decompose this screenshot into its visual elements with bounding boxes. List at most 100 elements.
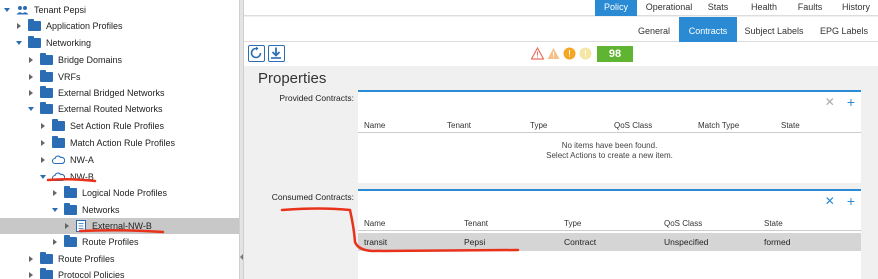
consumed-contracts-table: ✕ + Name Tenant Type QoS Class State tra… (358, 189, 861, 279)
caret-right-icon[interactable] (63, 221, 71, 231)
tree-item[interactable]: External-NW-B (0, 218, 239, 234)
folder-icon (40, 102, 53, 114)
tree-item-label: Match Action Rule Profiles (70, 138, 176, 148)
tree-item-label: Route Profiles (82, 237, 139, 247)
caret-right-icon[interactable] (15, 21, 23, 31)
tree-item-label: External Routed Networks (58, 104, 163, 114)
delete-icon[interactable]: ✕ (825, 96, 835, 108)
caret-down-icon[interactable] (39, 172, 47, 182)
collapse-arrow-icon[interactable] (240, 254, 243, 260)
caret-down-icon[interactable] (51, 205, 59, 215)
folder-icon (64, 186, 77, 198)
tree-item[interactable]: Route Profiles (0, 251, 239, 267)
tab-history[interactable]: History (838, 0, 874, 16)
tree-item[interactable]: Networks (0, 202, 239, 218)
tree-item[interactable]: External Routed Networks (0, 101, 239, 117)
warning-fault-icon[interactable] (579, 47, 592, 60)
health-score-badge[interactable]: 98 (597, 46, 633, 62)
top-tab-bar: Policy Operational Stats Health Faults H… (244, 0, 878, 16)
caret-right-icon[interactable] (51, 188, 59, 198)
refresh-button[interactable] (248, 45, 265, 62)
tab-health[interactable]: Health (744, 0, 784, 16)
column-header[interactable]: Type (530, 121, 547, 130)
caret-right-icon[interactable] (27, 88, 35, 98)
caret-right-icon[interactable] (27, 254, 35, 264)
add-icon[interactable]: + (847, 95, 855, 109)
caret-right-icon[interactable] (51, 237, 59, 247)
folder-icon (52, 136, 65, 148)
tree-item-label: Protocol Policies (58, 270, 125, 279)
tree-item-label: NW-A (70, 155, 94, 165)
tree-item-label: NW-B (70, 172, 94, 182)
column-header[interactable]: State (781, 121, 800, 130)
download-button[interactable] (268, 45, 285, 62)
tree-item-label: Networking (46, 38, 92, 48)
tree-item[interactable]: Logical Node Profiles (0, 185, 239, 201)
caret-right-icon[interactable] (39, 138, 47, 148)
tree-item[interactable]: Networking (0, 35, 239, 51)
cell-tenant: Pepsi (464, 237, 486, 247)
tab-contracts[interactable]: Contracts (679, 17, 737, 42)
cell-type: Contract (564, 237, 597, 247)
caret-right-icon[interactable] (39, 155, 47, 165)
caret-down-icon[interactable] (3, 5, 11, 15)
minor-fault-icon[interactable] (563, 47, 576, 60)
caret-right-icon[interactable] (39, 121, 47, 131)
tab-stats[interactable]: Stats (700, 0, 736, 16)
folder-icon (28, 19, 41, 31)
tab-general[interactable]: General (632, 17, 676, 42)
tree-item[interactable]: NW-A (0, 152, 239, 168)
tab-faults[interactable]: Faults (793, 0, 827, 16)
delete-icon[interactable]: ✕ (825, 195, 835, 207)
tree-item-label: Bridge Domains (58, 55, 123, 65)
tree-item[interactable]: Tenant Pepsi (0, 2, 239, 18)
folder-icon (52, 119, 65, 131)
column-header[interactable]: Tenant (447, 121, 471, 130)
cell-state: formed (764, 237, 791, 247)
empty-message-line: No items have been found. (561, 141, 658, 150)
cloud-icon (52, 172, 65, 182)
refresh-icon (250, 46, 262, 59)
critical-fault-icon[interactable] (531, 47, 544, 60)
tree-item[interactable]: Match Action Rule Profiles (0, 135, 239, 151)
tab-operational[interactable]: Operational (641, 0, 697, 16)
empty-message: No items have been found. Select Actions… (358, 141, 861, 161)
cell-qos: Unspecified (664, 237, 709, 247)
column-header[interactable]: QoS Class (664, 219, 702, 228)
folder-icon (40, 252, 53, 264)
column-header[interactable]: Name (364, 121, 385, 130)
caret-right-icon[interactable] (27, 72, 35, 82)
column-header[interactable]: QoS Class (614, 121, 652, 130)
tree-item[interactable]: Bridge Domains (0, 52, 239, 68)
navigation-tree: Tenant Pepsi Application Profiles Networki… (0, 0, 239, 279)
folder-icon (40, 86, 53, 98)
tree-item-label: External Bridged Networks (58, 88, 165, 98)
tree-item[interactable]: Protocol Policies (0, 267, 239, 279)
caret-down-icon[interactable] (27, 104, 35, 114)
column-header[interactable]: Tenant (464, 219, 488, 228)
tree-item[interactable]: Route Profiles (0, 234, 239, 250)
tab-subject-labels[interactable]: Subject Labels (740, 17, 808, 42)
column-header[interactable]: State (764, 219, 783, 228)
caret-right-icon[interactable] (27, 270, 35, 279)
tree-item[interactable]: VRFs (0, 69, 239, 85)
cloud-icon (52, 155, 65, 165)
caret-right-icon[interactable] (27, 55, 35, 65)
major-fault-icon[interactable] (547, 47, 560, 60)
tree-item-label: External-NW-B (92, 221, 152, 231)
caret-down-icon[interactable] (15, 38, 23, 48)
tree-item-label: Application Profiles (46, 21, 123, 31)
tab-policy[interactable]: Policy (595, 0, 637, 16)
tab-epg-labels[interactable]: EPG Labels (814, 17, 874, 42)
tree-item[interactable]: Set Action Rule Profiles (0, 118, 239, 134)
tree-item[interactable]: Application Profiles (0, 18, 239, 34)
table-row[interactable]: transit Pepsi Contract Unspecified forme… (358, 233, 861, 251)
add-icon[interactable]: + (847, 194, 855, 208)
tree-item[interactable]: NW-B (0, 169, 239, 185)
tree-item-label: Logical Node Profiles (82, 188, 168, 198)
tree-item[interactable]: External Bridged Networks (0, 85, 239, 101)
cell-name: transit (364, 237, 388, 247)
column-header[interactable]: Name (364, 219, 385, 228)
column-header[interactable]: Match Type (698, 121, 739, 130)
column-header[interactable]: Type (564, 219, 581, 228)
